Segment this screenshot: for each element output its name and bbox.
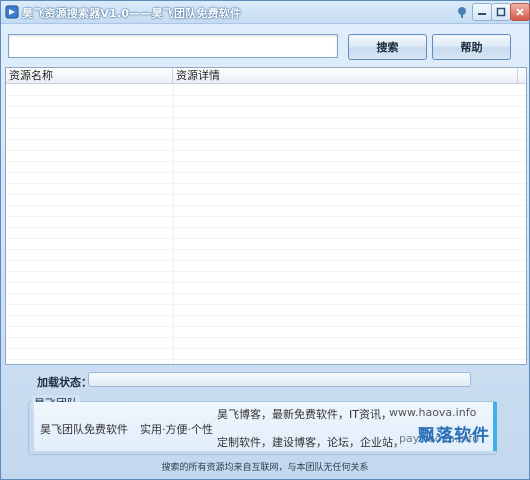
footer-disclaimer: 搜索的所有资源均来自互联网，与本团队无任何关系 [161, 463, 369, 473]
pin-icon[interactable] [456, 6, 468, 18]
load-status-label: 加载状态： [37, 376, 92, 389]
list-row[interactable] [6, 348, 526, 360]
minimize-button[interactable] [472, 3, 492, 21]
search-input[interactable] [8, 34, 338, 58]
ad-line-1: 昊飞博客，最新免费软件，IT资讯， [217, 408, 392, 421]
list-header: 资源名称 资源详情 [6, 68, 526, 84]
maximize-button[interactable] [491, 3, 511, 21]
ad-slogan-left: 昊飞团队免费软件 [40, 423, 128, 436]
app-window: 昊飞资源搜索器V1.0——昊飞团队免费软件 搜索 帮助 资源名称 资源详情 加载… [0, 0, 530, 480]
column-header-name[interactable]: 资源名称 [6, 68, 173, 83]
ad-slogan-mid: 实用·方便·个性 [140, 423, 213, 436]
ad-line-2: 定制软件，建设博客，论坛，企业站， [217, 436, 404, 449]
column-divider [173, 84, 174, 364]
maximize-icon [496, 7, 506, 17]
column-header-detail[interactable]: 资源详情 [173, 68, 518, 83]
help-button[interactable]: 帮助 [432, 34, 511, 60]
ad-url-1[interactable]: www.haova.info [389, 406, 476, 419]
minimize-icon [478, 13, 486, 15]
close-button[interactable] [510, 3, 530, 21]
list-body[interactable] [6, 84, 526, 364]
window-title: 昊飞资源搜索器V1.0——昊飞团队免费软件 [22, 7, 242, 20]
app-logo-icon [5, 5, 19, 19]
search-button[interactable]: 搜索 [348, 34, 427, 60]
ad-brand-logo: 飘落软件 [418, 426, 490, 446]
close-icon [516, 8, 524, 16]
load-progress-bar [88, 372, 471, 387]
title-bar[interactable]: 昊飞资源搜索器V1.0——昊飞团队免费软件 [1, 1, 530, 24]
resource-list[interactable]: 资源名称 资源详情 [5, 67, 527, 365]
